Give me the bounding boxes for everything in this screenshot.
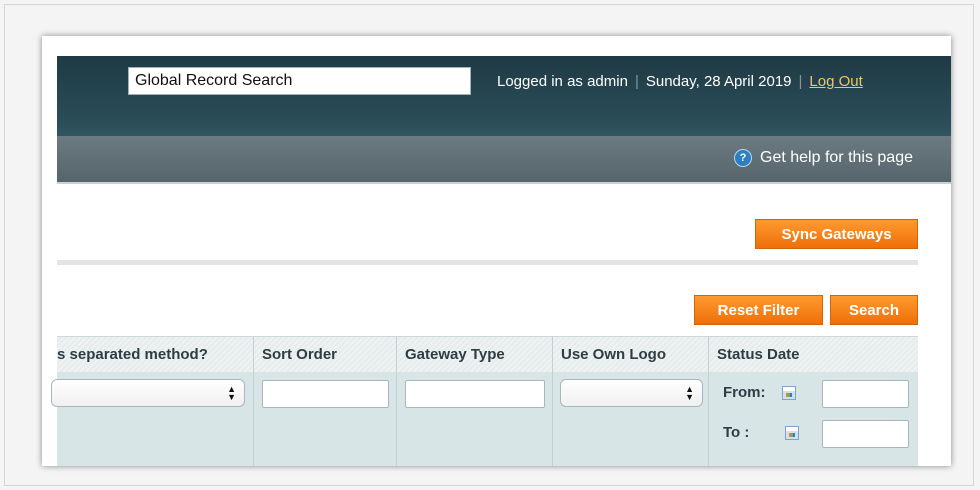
date-to-label: To : — [723, 424, 750, 441]
help-icon: ? — [734, 149, 753, 167]
search-button[interactable]: Search — [830, 295, 918, 325]
section-divider — [57, 260, 918, 265]
column-header-use-own-logo[interactable]: Use Own Logo — [553, 337, 708, 373]
use-own-logo-select[interactable]: ▲ ▼ — [560, 379, 703, 407]
separator: | — [798, 73, 803, 90]
column-header-status-date[interactable]: Status Date — [709, 337, 918, 373]
column-header-gateway-type[interactable]: Gateway Type — [397, 337, 552, 373]
help-bar: ? Get help for this page — [57, 136, 951, 184]
date-to-input[interactable] — [822, 420, 909, 448]
column-divider — [253, 336, 254, 466]
sort-order-filter-input[interactable] — [262, 380, 389, 408]
date-from-input[interactable] — [822, 380, 909, 408]
current-date: Sunday, 28 April 2019 — [645, 73, 792, 90]
column-header-separated-method[interactable]: s separated method? — [57, 337, 253, 373]
sync-gateways-button[interactable]: Sync Gateways — [755, 219, 918, 249]
column-divider — [396, 336, 397, 466]
window-backdrop: Logged in as admin | Sunday, 28 April 2019… — [4, 4, 974, 486]
calendar-icon[interactable] — [785, 426, 799, 440]
admin-page-frame: Logged in as admin | Sunday, 28 April 2019… — [42, 36, 951, 466]
select-arrows-icon: ▲ ▼ — [227, 384, 236, 402]
reset-filter-button[interactable]: Reset Filter — [694, 295, 823, 325]
logged-in-text: Logged in as admin — [497, 73, 628, 90]
help-link-label: Get help for this page — [760, 149, 913, 166]
gateway-type-filter-input[interactable] — [405, 380, 545, 408]
date-from-label: From: — [723, 384, 766, 401]
calendar-icon[interactable] — [782, 386, 796, 400]
separated-method-select[interactable]: ▲ ▼ — [51, 379, 245, 407]
select-arrows-icon: ▲ ▼ — [685, 384, 694, 402]
column-header-sort-order[interactable]: Sort Order — [254, 337, 396, 373]
grid-filter-row: ▲ ▼ ▲ ▼ From: To : — [51, 336, 918, 466]
column-divider — [552, 336, 553, 466]
grid-header-row: s separated method? Sort Order Gateway T… — [57, 336, 918, 374]
column-divider — [708, 336, 709, 466]
separator: | — [634, 73, 639, 90]
logout-link[interactable]: Log Out — [809, 73, 862, 90]
global-search-input[interactable] — [128, 67, 471, 95]
user-info: Logged in as admin | Sunday, 28 April 2019… — [497, 73, 863, 90]
help-link[interactable]: ? Get help for this page — [734, 149, 913, 167]
